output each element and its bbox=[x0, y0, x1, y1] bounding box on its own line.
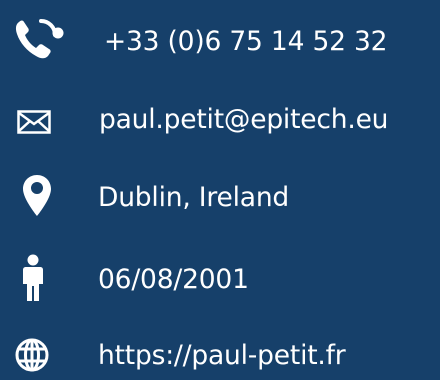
contact-row-location: Dublin, Ireland bbox=[0, 174, 440, 224]
contact-row-website: https://paul-petit.fr bbox=[0, 330, 440, 380]
phone-icon bbox=[14, 18, 66, 62]
phone-number[interactable]: +33 (0)6 75 14 52 32 bbox=[104, 26, 388, 58]
globe-icon bbox=[15, 338, 49, 372]
birthdate: 06/08/2001 bbox=[98, 264, 249, 295]
contact-row-birthdate: 06/08/2001 bbox=[0, 254, 440, 304]
map-pin-icon bbox=[22, 174, 52, 218]
contact-row-email: paul.petit@epitech.eu bbox=[0, 94, 440, 144]
contact-row-phone: +33 (0)6 75 14 52 32 bbox=[0, 18, 440, 68]
contact-info-list: +33 (0)6 75 14 52 32 paul.petit@epitech.… bbox=[0, 0, 440, 378]
email-address[interactable]: paul.petit@epitech.eu bbox=[99, 104, 388, 136]
website-link[interactable]: https://paul-petit.fr bbox=[98, 340, 346, 372]
envelope-icon bbox=[17, 110, 51, 134]
person-icon bbox=[23, 254, 43, 302]
location: Dublin, Ireland bbox=[98, 182, 290, 213]
